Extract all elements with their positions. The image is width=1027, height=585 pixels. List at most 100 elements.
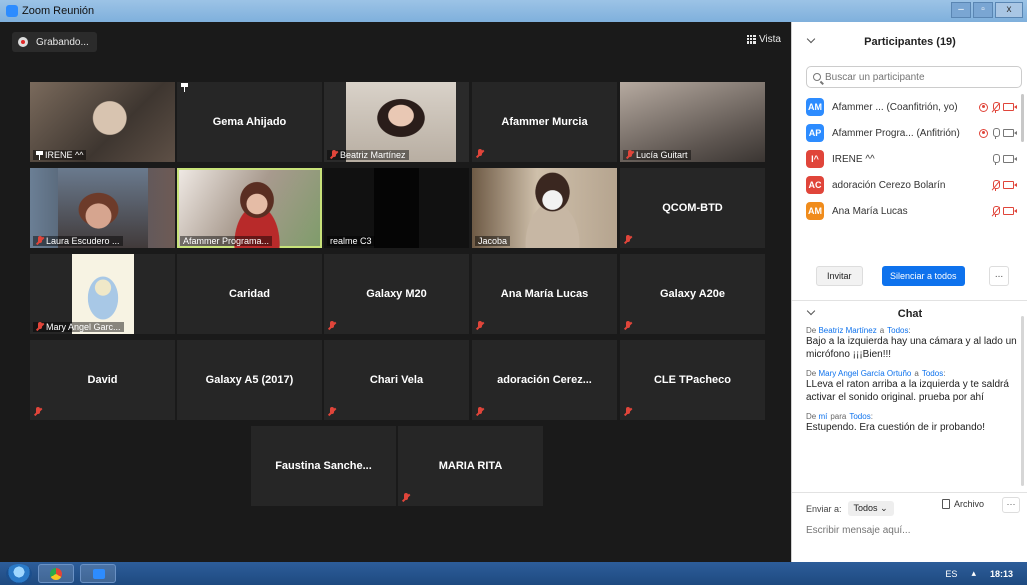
participant-status-icons: [991, 179, 1017, 191]
chat-scrollbar[interactable]: [1021, 316, 1024, 486]
message-sender[interactable]: Mary Angel García Ortuño: [818, 369, 911, 378]
participant-search[interactable]: [806, 66, 1022, 88]
video-gallery: Grabando... Vista IRENE ^^ Gema Ahijado Be…: [0, 22, 791, 562]
camera-off-icon[interactable]: [1003, 181, 1017, 189]
tray-arrow-icon[interactable]: ▴: [971, 568, 976, 579]
video-tile[interactable]: MARIA RITA: [398, 426, 543, 506]
chat-more-button[interactable]: ···: [1002, 497, 1020, 513]
search-input[interactable]: [825, 71, 1005, 83]
participant-status-icons: [991, 205, 1017, 217]
video-tile[interactable]: Mary Angel Garc...: [30, 254, 175, 334]
minimize-button[interactable]: –: [951, 2, 971, 18]
participant-name: Afammer Progra... (Anfitrión): [832, 127, 960, 139]
panel-divider: [792, 300, 1027, 301]
muted-mic-icon: [34, 407, 42, 417]
participant-row[interactable]: AM Ana María Lucas: [792, 198, 1027, 224]
camera-off-icon[interactable]: [1003, 103, 1017, 111]
chat-message: De Beatriz Martínez a Todos: Bajo a la izqu…: [806, 326, 1018, 361]
chrome-taskbar-icon[interactable]: [38, 564, 74, 583]
participant-row[interactable]: AP Afammer Progra... (Anfitrión): [792, 120, 1027, 146]
muted-mic-icon[interactable]: [991, 205, 1001, 217]
participant-name: Galaxy A20e: [659, 288, 726, 300]
maximize-button[interactable]: ▫: [973, 2, 993, 18]
mic-icon[interactable]: [992, 127, 1000, 139]
message-sender[interactable]: mí: [818, 412, 827, 421]
participant-scrollbar[interactable]: [1021, 94, 1024, 142]
video-tile[interactable]: Galaxy M20: [324, 254, 469, 334]
language-indicator[interactable]: ES: [945, 569, 957, 579]
zoom-taskbar-icon[interactable]: [80, 564, 116, 583]
participant-row[interactable]: AM Afammer ... (Coanfitrión, yo): [792, 94, 1027, 120]
participant-status-icons: [979, 127, 1017, 139]
muted-mic-icon[interactable]: [991, 101, 1001, 113]
participant-row[interactable]: I^ IRENE ^^: [792, 146, 1027, 172]
recording-indicator[interactable]: Grabando...: [12, 32, 97, 52]
file-button[interactable]: Archivo: [942, 499, 984, 509]
muted-mic-icon[interactable]: [991, 179, 1001, 191]
name-caption: Laura Escudero ...: [33, 236, 123, 246]
video-tile[interactable]: QCOM-BTD: [620, 168, 765, 248]
mic-icon[interactable]: [992, 153, 1000, 165]
participant-name: Afammer Programa...: [183, 236, 270, 246]
video-tile[interactable]: IRENE ^^: [30, 82, 175, 162]
participant-name: Laura Escudero ...: [46, 236, 120, 246]
muted-mic-icon: [476, 149, 484, 159]
video-tile[interactable]: Galaxy A5 (2017): [177, 340, 322, 420]
name-caption: Mary Angel Garc...: [33, 322, 124, 332]
video-tile[interactable]: Laura Escudero ...: [30, 168, 175, 248]
mute-slash: [991, 206, 1001, 217]
recipient-select[interactable]: Todos ⌄: [847, 501, 894, 516]
message-recipient: Todos: [887, 326, 909, 335]
avatar: AC: [806, 176, 824, 194]
title-bar: Zoom Reunión – ▫ x: [0, 0, 1027, 22]
clock[interactable]: 18:13: [990, 569, 1013, 579]
camera-icon[interactable]: [1003, 129, 1017, 137]
search-icon: [813, 73, 821, 81]
participant-video: [374, 168, 419, 248]
participant-name: adoración Cerez...: [497, 374, 592, 386]
video-tile[interactable]: CLE TPacheco: [620, 340, 765, 420]
start-button-icon[interactable]: [6, 563, 32, 584]
chat-collapse-chevron-icon[interactable]: [806, 306, 816, 316]
video-tile[interactable]: Chari Vela: [324, 340, 469, 420]
camera-icon[interactable]: [1003, 155, 1017, 163]
video-tile[interactable]: Beatriz Martínez: [324, 82, 469, 162]
muted-mic-icon: [330, 150, 338, 160]
invite-button[interactable]: Invitar: [816, 266, 863, 286]
system-tray: ES ▴ 18:13: [945, 562, 1013, 585]
camera-off-icon[interactable]: [1003, 207, 1017, 215]
close-button[interactable]: x: [995, 2, 1023, 18]
chat-message-input[interactable]: [806, 525, 1016, 536]
video-tile[interactable]: Afammer Murcia: [472, 82, 617, 162]
pin-icon: [36, 150, 43, 160]
participant-name: Afammer Murcia: [501, 116, 588, 128]
video-tile[interactable]: adoración Cerez...: [472, 340, 617, 420]
message-meta: De Beatriz Martínez a Todos:: [806, 326, 911, 335]
participants-more-button[interactable]: ...: [989, 266, 1009, 286]
participant-name: adoración Cerezo Bolarín: [832, 179, 946, 191]
participant-name: Caridad: [229, 288, 270, 300]
window-controls: – ▫ x: [951, 2, 1023, 18]
collapse-chevron-icon[interactable]: [806, 34, 816, 44]
video-tile[interactable]: Galaxy A20e: [620, 254, 765, 334]
video-tile[interactable]: David: [30, 340, 175, 420]
participant-name: Lucía Guitart: [636, 150, 688, 160]
video-tile[interactable]: Faustina Sanche...: [251, 426, 396, 506]
video-tile[interactable]: Gema Ahijado: [177, 82, 322, 162]
zoom-app-icon: [6, 5, 18, 17]
mute-slash: [991, 180, 1001, 191]
muted-mic-icon: [328, 407, 336, 417]
view-button[interactable]: Vista: [746, 34, 781, 45]
muted-mic-icon: [36, 322, 44, 332]
video-tile[interactable]: Caridad: [177, 254, 322, 334]
video-tile[interactable]: Ana María Lucas: [472, 254, 617, 334]
participant-status-icons: [992, 153, 1017, 165]
video-tile[interactable]: realme C3: [324, 168, 469, 248]
side-panel: Participantes (19) AM Afammer ... (Coanfi…: [791, 22, 1027, 562]
message-sender[interactable]: Beatriz Martínez: [818, 326, 876, 335]
video-tile[interactable]: Lucía Guitart: [620, 82, 765, 162]
video-tile[interactable]: Jacoba: [472, 168, 617, 248]
video-tile[interactable]: Afammer Programa...: [177, 168, 322, 248]
mute-all-button[interactable]: Silenciar a todos: [882, 266, 965, 286]
participant-row[interactable]: AC adoración Cerezo Bolarín: [792, 172, 1027, 198]
